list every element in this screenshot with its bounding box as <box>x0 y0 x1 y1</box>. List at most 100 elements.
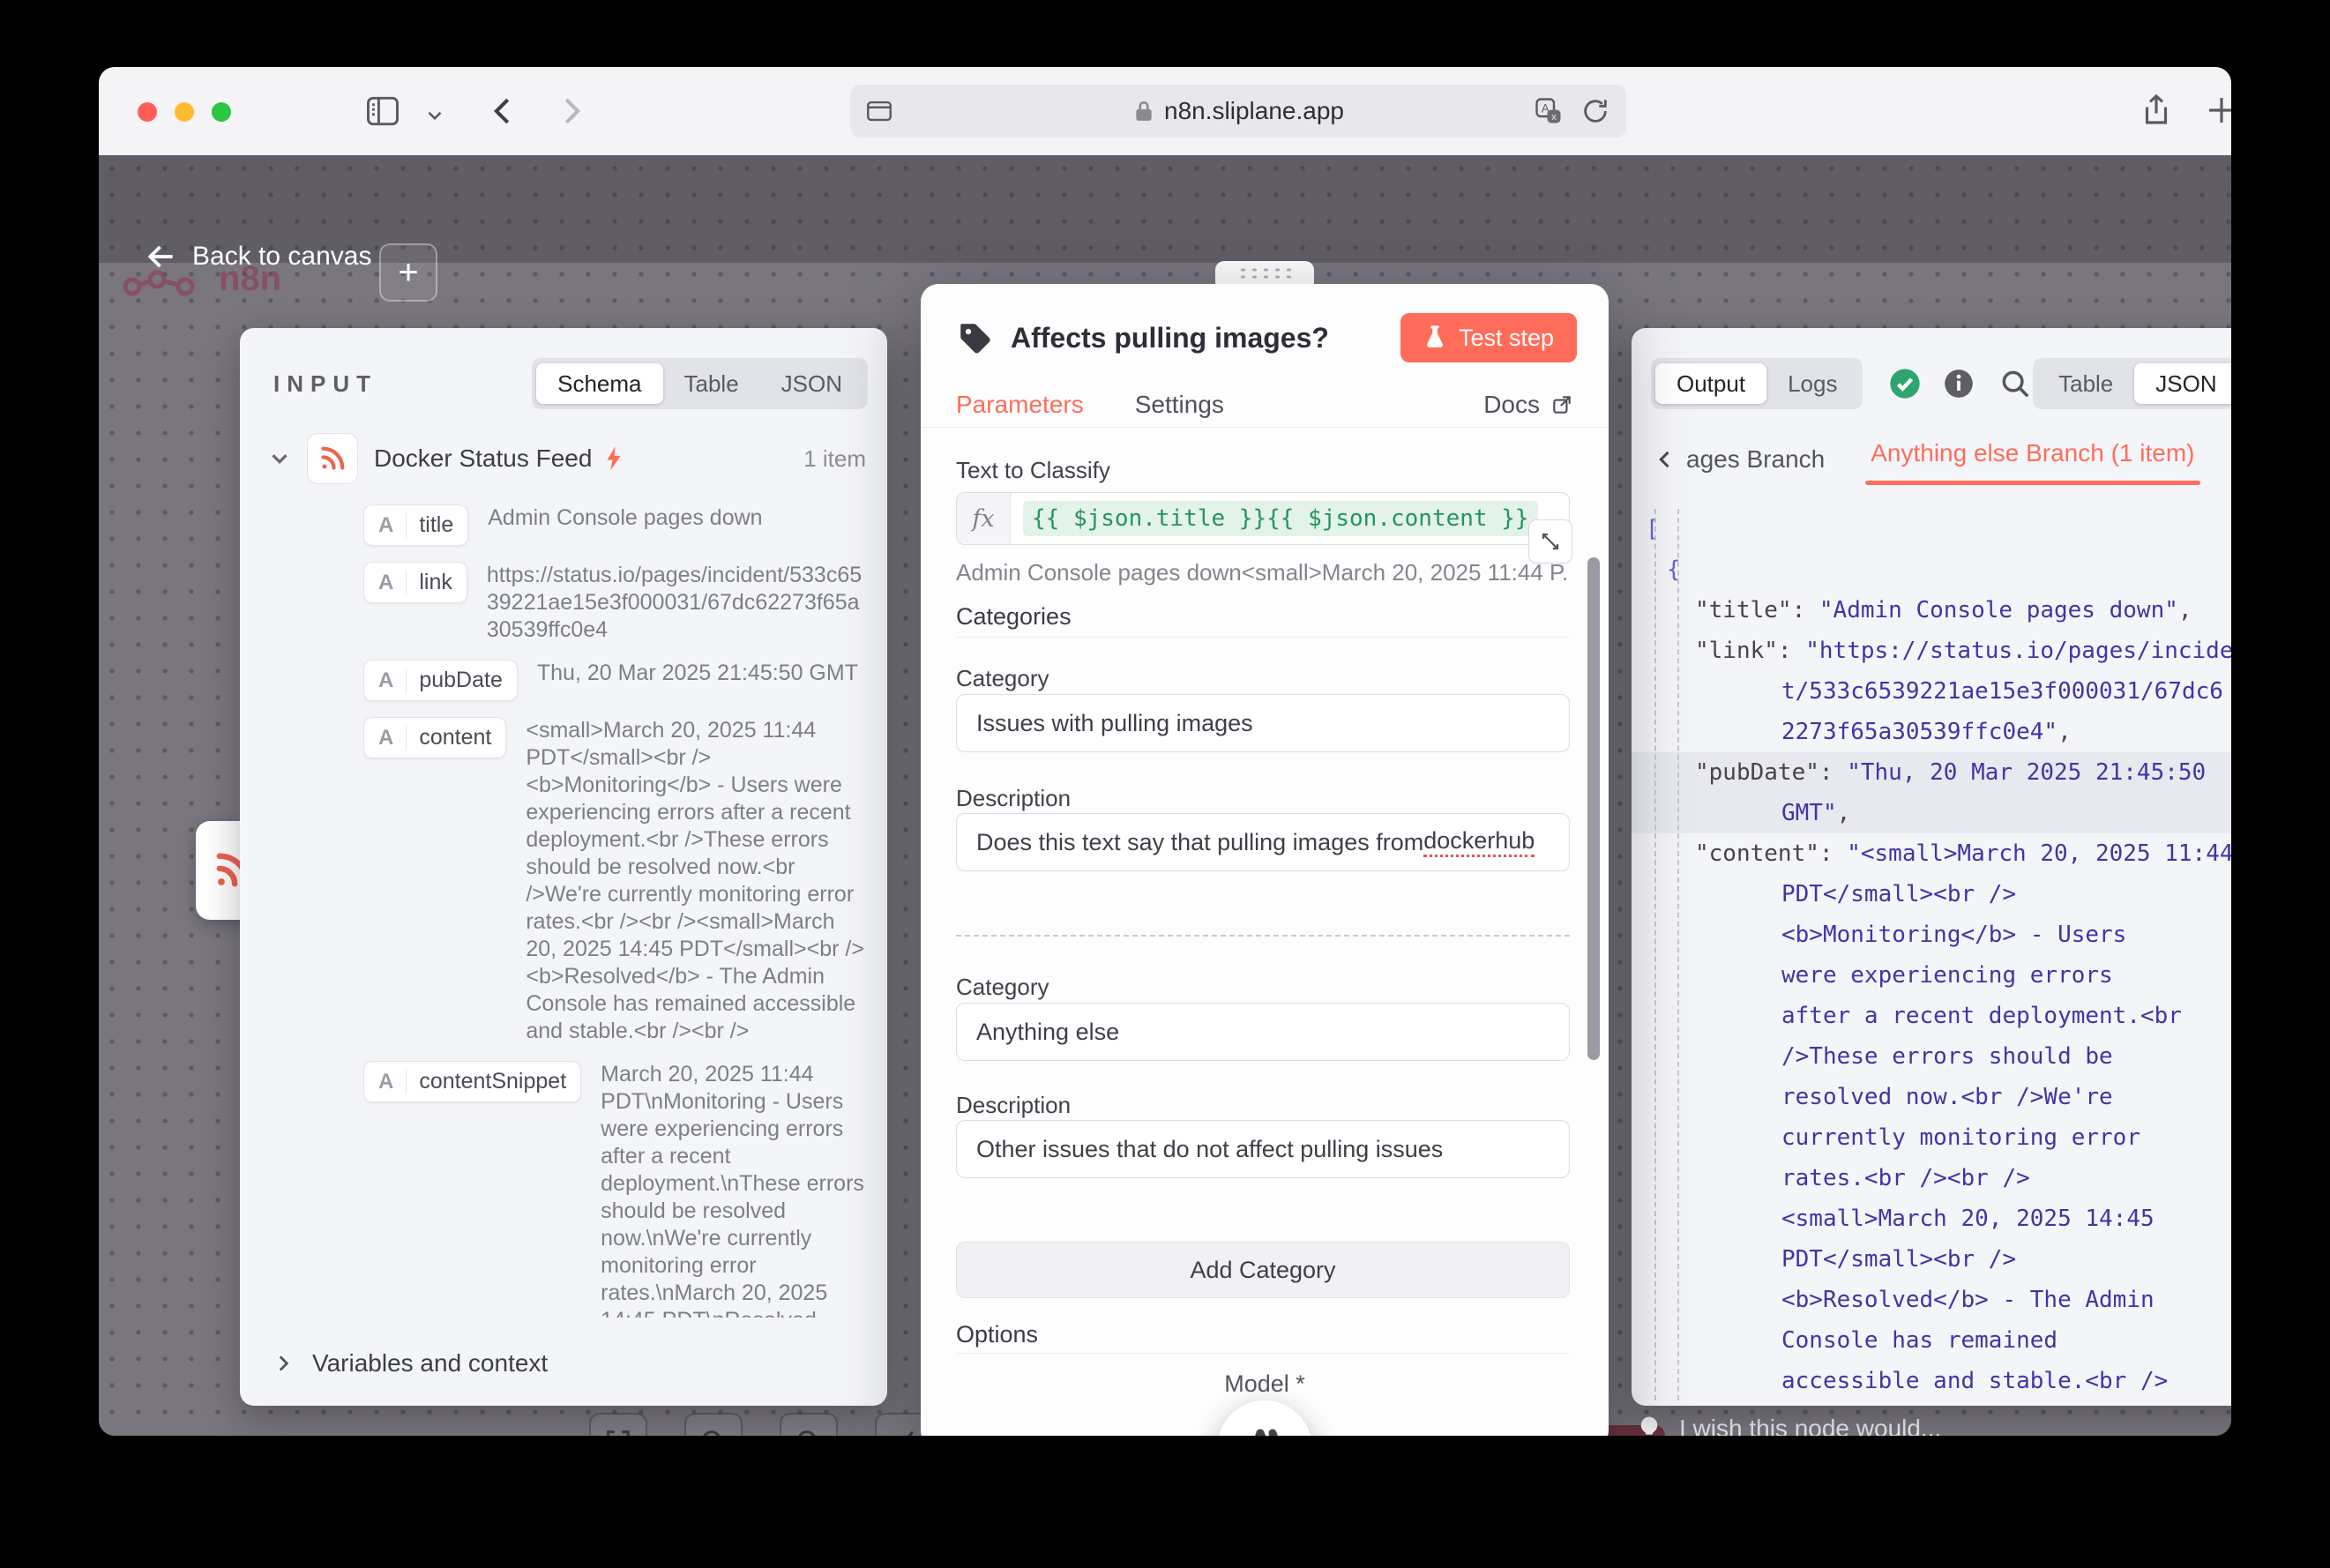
schema-field-row: ApubDate Thu, 20 Mar 2025 21:45:50 GMT <box>363 660 870 701</box>
json-line: <small>March 20, 2025 14:45 <box>1632 1198 2231 1239</box>
text-to-classify-label: Text to Classify <box>956 457 1110 484</box>
variables-and-context[interactable]: Variables and context <box>272 1349 548 1378</box>
category-1-input[interactable]: Issues with pulling images <box>956 694 1570 752</box>
json-line: currently monitoring error <box>1632 1117 2231 1158</box>
test-step-button[interactable]: Test step <box>1400 313 1577 362</box>
browser-toolbar: n8n.sliplane.app Ax <box>99 67 2231 156</box>
lock-icon <box>1132 98 1155 124</box>
window-controls[interactable] <box>138 102 231 122</box>
tab-table[interactable]: Table <box>663 363 760 404</box>
output-logs-switcher: Output Logs <box>1651 358 1863 409</box>
drag-dots-icon <box>1237 266 1292 280</box>
tab-json[interactable]: JSON <box>760 363 863 404</box>
field-name: content <box>419 725 491 750</box>
tab-json[interactable]: JSON <box>2134 363 2231 404</box>
zoom-in-button[interactable] <box>684 1413 743 1436</box>
tab-schema[interactable]: Schema <box>536 363 662 404</box>
tab-logs[interactable]: Logs <box>1766 363 1858 404</box>
search-icon[interactable] <box>1998 367 2032 400</box>
options-label: Options <box>956 1321 1038 1348</box>
address-bar[interactable]: n8n.sliplane.app Ax <box>850 85 1626 138</box>
docs-link[interactable]: Docs <box>1483 391 1573 419</box>
active-branch-tab[interactable]: Anything else Branch (1 item) <box>1871 439 2194 480</box>
categories-label: Categories <box>956 603 1072 631</box>
chevron-down-icon[interactable] <box>266 445 293 472</box>
add-node-button[interactable]: + <box>379 243 437 302</box>
item-count: 1 item <box>803 445 866 473</box>
divider <box>956 1353 1570 1354</box>
modal-drag-handle[interactable] <box>1215 261 1314 286</box>
json-line: Console has remained <box>1632 1320 2231 1361</box>
json-line: PDT</small><br /> <box>1632 874 2231 915</box>
input-node-name: Docker Status Feed <box>374 444 592 473</box>
tab-parameters[interactable]: Parameters <box>956 391 1084 419</box>
screen: n8n.sliplane.app Ax n8n Back to canvas <box>0 0 2330 1568</box>
zoom-window-button[interactable] <box>212 102 231 122</box>
output-panel-header: Output Logs Table JSON Schema <box>1651 358 2231 409</box>
expression-value[interactable]: {{ $json.title }}{{ $json.content }} <box>1023 501 1538 536</box>
schema-field-row: Acontent<small>March 20, 2025 11:44 PDT<… <box>363 717 870 1045</box>
lightning-icon <box>602 445 625 472</box>
fit-view-button[interactable] <box>589 1413 647 1436</box>
back-to-canvas-button[interactable]: Back to canvas <box>145 240 371 273</box>
zoom-out-button[interactable] <box>780 1413 838 1436</box>
close-window-button[interactable] <box>138 102 157 122</box>
input-panel: INPUT Schema Table JSON Docker Status Fe… <box>240 328 887 1406</box>
schema-field-row: Alinkhttps://status.io/pages/incident/53… <box>363 562 870 644</box>
divider <box>406 1070 407 1094</box>
add-category-button[interactable]: Add Category <box>956 1242 1570 1298</box>
field-name: contentSnippet <box>419 1069 566 1094</box>
n8n-canvas: n8n Back to canvas + JS Jonas Scholz ••• <box>99 155 2231 1436</box>
expand-icon <box>1540 531 1561 552</box>
reload-icon[interactable] <box>1580 85 1610 138</box>
new-tab-icon[interactable] <box>2203 92 2231 133</box>
field-value: March 20, 2025 11:44 PDT\nMonitoring - U… <box>601 1061 870 1318</box>
divider <box>406 571 407 595</box>
previous-branch-tab[interactable]: ages Branch <box>1653 445 1825 474</box>
divider <box>406 726 407 750</box>
field-value: Thu, 20 Mar 2025 21:45:50 GMT <box>537 660 858 701</box>
back-button[interactable] <box>485 92 524 135</box>
description-2-input[interactable]: Other issues that do not affect pulling … <box>956 1120 1570 1178</box>
modal-scrollbar[interactable] <box>1587 557 1600 1060</box>
expression-input[interactable]: fx {{ $json.title }}{{ $json.content }} <box>956 492 1570 545</box>
tab-settings[interactable]: Settings <box>1135 391 1224 419</box>
input-node-row[interactable]: Docker Status Feed 1 item <box>266 434 866 483</box>
json-line: GMT", <box>1632 793 2231 833</box>
dashed-divider <box>956 935 1570 937</box>
svg-text:x: x <box>1551 112 1557 123</box>
minimize-window-button[interactable] <box>175 102 194 122</box>
modal-tabs: Parameters Settings Docs <box>956 385 1573 425</box>
chevron-down-icon[interactable] <box>423 104 446 131</box>
output-panel: Output Logs Table JSON Schema <box>1632 328 2231 1406</box>
page-settings-icon[interactable] <box>864 85 894 138</box>
field-name: link <box>419 570 452 595</box>
translate-icon[interactable]: Ax <box>1533 85 1565 138</box>
forward-button[interactable] <box>550 92 589 135</box>
expand-expression-button[interactable] <box>1528 519 1572 564</box>
schema-field-row: AcontentSnippet March 20, 2025 11:44 PDT\… <box>363 1061 870 1318</box>
field-value: Admin Console pages down <box>488 504 762 546</box>
field-pill-link[interactable]: Alink <box>363 562 467 603</box>
json-line: were experiencing errors <box>1632 955 2231 996</box>
output-view-switcher: Table JSON Schema <box>2033 358 2231 409</box>
wish-node-prompt[interactable]: I wish this node would... <box>1635 1415 1941 1436</box>
chevron-right-icon <box>272 1352 295 1375</box>
sidebar-icon[interactable] <box>363 92 402 135</box>
string-type-icon: A <box>378 1070 393 1094</box>
share-icon[interactable] <box>2138 92 2175 133</box>
info-icon[interactable] <box>1942 367 1975 400</box>
node-settings-modal: Affects pulling images? Test step Parame… <box>921 284 1609 1436</box>
category-2-input[interactable]: Anything else <box>956 1003 1570 1061</box>
model-label: Model * <box>921 1370 1609 1398</box>
tab-table[interactable]: Table <box>2037 363 2134 404</box>
broom-icon <box>889 1427 919 1436</box>
tab-output[interactable]: Output <box>1655 363 1766 404</box>
field-pill-pubDate[interactable]: ApubDate <box>363 660 518 701</box>
field-pill-content[interactable]: Acontent <box>363 717 506 758</box>
field-pill-contentSnippet[interactable]: AcontentSnippet <box>363 1061 581 1102</box>
field-pill-title[interactable]: Atitle <box>363 504 468 546</box>
anthropic-icon <box>1239 1428 1290 1436</box>
category-label: Category <box>956 974 1049 1001</box>
description-1-input[interactable]: Does this text say that pulling images f… <box>956 813 1570 871</box>
